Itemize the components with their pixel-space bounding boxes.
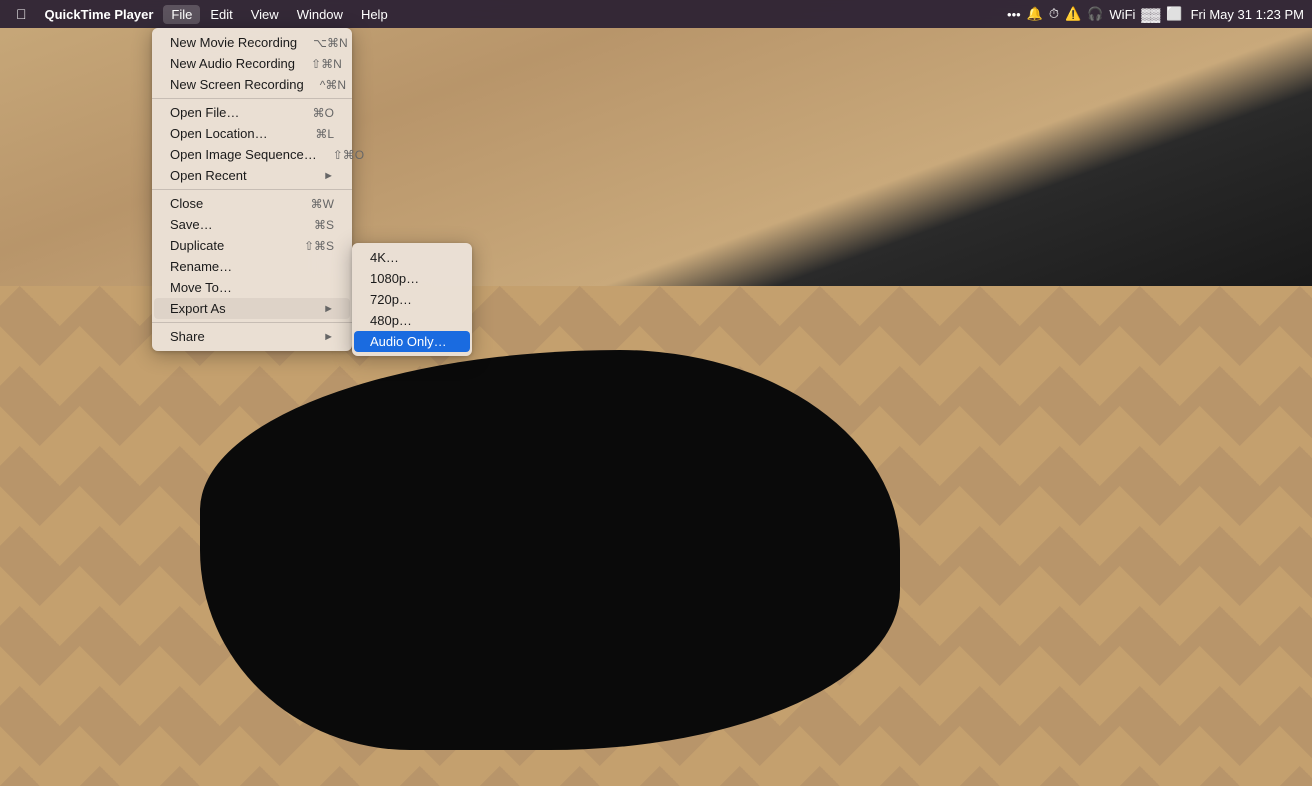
apple-menu[interactable]:  bbox=[8, 6, 35, 22]
headphone-icon[interactable]: 🎧 bbox=[1087, 6, 1103, 22]
menu-new-audio-recording[interactable]: New Audio Recording ⇧⌘N bbox=[154, 53, 350, 74]
divider-1 bbox=[152, 98, 352, 99]
menu-new-screen-recording[interactable]: New Screen Recording ^⌘N bbox=[154, 74, 350, 95]
menu-move-to[interactable]: Move To… bbox=[154, 277, 350, 298]
cat-silhouette bbox=[200, 350, 900, 750]
file-menu-dropdown: New Movie Recording ⌥⌘N New Audio Record… bbox=[152, 28, 352, 351]
menu-rename[interactable]: Rename… bbox=[154, 256, 350, 277]
ellipsis-icon[interactable]: ••• bbox=[1007, 7, 1021, 22]
divider-3 bbox=[152, 322, 352, 323]
menu-file[interactable]: File bbox=[163, 5, 200, 24]
menu-share[interactable]: Share ► bbox=[154, 326, 350, 347]
menubar-right: ••• 🔔 ⏱ ⚠️ 🎧 WiFi ▓▓ ⬜ Fri May 31 1:23 P… bbox=[1007, 6, 1304, 22]
menu-close[interactable]: Close ⌘W bbox=[154, 193, 350, 214]
menu-help[interactable]: Help bbox=[353, 5, 396, 24]
menu-open-recent[interactable]: Open Recent ► bbox=[154, 165, 350, 186]
export-audio-only[interactable]: Audio Only… bbox=[354, 331, 470, 352]
export-480p[interactable]: 480p… bbox=[354, 310, 470, 331]
export-720p[interactable]: 720p… bbox=[354, 289, 470, 310]
menu-edit[interactable]: Edit bbox=[202, 5, 240, 24]
menu-save[interactable]: Save… ⌘S bbox=[154, 214, 350, 235]
menu-open-location[interactable]: Open Location… ⌘L bbox=[154, 123, 350, 144]
menu-open-file[interactable]: Open File… ⌘O bbox=[154, 102, 350, 123]
menu-app-name[interactable]: QuickTime Player bbox=[37, 5, 162, 24]
battery-icon[interactable]: ▓▓ bbox=[1141, 7, 1160, 22]
divider-2 bbox=[152, 189, 352, 190]
menubar-left:  QuickTime Player File Edit View Window… bbox=[8, 5, 396, 24]
status-icons: ••• 🔔 ⏱ ⚠️ 🎧 WiFi ▓▓ ⬜ bbox=[1007, 6, 1183, 22]
menu-open-image-sequence[interactable]: Open Image Sequence… ⇧⌘O bbox=[154, 144, 350, 165]
clock-icon[interactable]: ⏱ bbox=[1049, 6, 1059, 22]
wifi-icon[interactable]: WiFi bbox=[1109, 7, 1135, 22]
export-4k[interactable]: 4K… bbox=[354, 247, 470, 268]
notification-icon[interactable]: 🔔 bbox=[1027, 6, 1043, 22]
date-time: Fri May 31 1:23 PM bbox=[1191, 7, 1304, 22]
menu-window[interactable]: Window bbox=[289, 5, 351, 24]
alert-icon[interactable]: ⚠️ bbox=[1065, 6, 1081, 22]
menu-duplicate[interactable]: Duplicate ⇧⌘S bbox=[154, 235, 350, 256]
menubar:  QuickTime Player File Edit View Window… bbox=[0, 0, 1312, 28]
menu-new-movie-recording[interactable]: New Movie Recording ⌥⌘N bbox=[154, 32, 350, 53]
export-submenu: 4K… 1080p… 720p… 480p… Audio Only… bbox=[352, 243, 472, 356]
menu-export-as[interactable]: Export As ► bbox=[154, 298, 350, 319]
menu-view[interactable]: View bbox=[243, 5, 287, 24]
export-1080p[interactable]: 1080p… bbox=[354, 268, 470, 289]
screen-icon[interactable]: ⬜ bbox=[1166, 6, 1182, 22]
